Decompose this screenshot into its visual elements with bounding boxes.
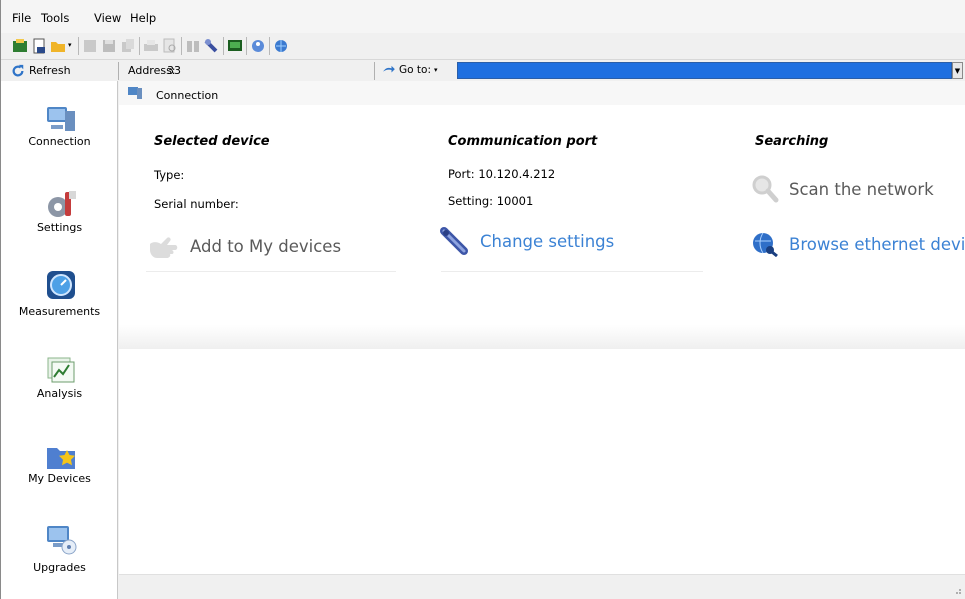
computer-network-icon [47, 107, 75, 131]
panel-footer [119, 325, 965, 349]
globe-search-icon [753, 232, 778, 257]
browse-ethernet-label: Browse ethernet devices [789, 234, 965, 254]
connection-panel: Selected device Type: Serial number: Add… [119, 105, 965, 349]
toolbar-separator [246, 37, 247, 55]
toolbar-separator [78, 37, 79, 55]
menu-bar: File Tools View Help [1, 0, 965, 33]
toolbar: ▾ [1, 33, 965, 59]
status-bar [119, 574, 965, 599]
hand-icon [150, 237, 178, 258]
sidebar-item-upgrades[interactable]: Upgrades [1, 523, 118, 593]
computer-disc-icon [47, 526, 77, 555]
toolbar-separator [181, 37, 182, 55]
refresh-label: Refresh [29, 64, 71, 77]
sidebar-item-measurements[interactable]: Measurements [1, 269, 118, 339]
sidebar-item-analysis[interactable]: Analysis [1, 355, 118, 425]
serial-number-label: Serial number: [154, 197, 239, 211]
breadcrumb-title: Connection [156, 89, 219, 102]
scan-network-button[interactable]: Scan the network [751, 174, 934, 204]
menu-tools[interactable]: Tools [41, 11, 69, 25]
sidebar-item-label: Measurements [18, 305, 101, 318]
document-icon[interactable] [31, 38, 47, 54]
sidebar-item-connection[interactable]: Connection [1, 103, 118, 173]
divider [441, 271, 703, 272]
new-connection-icon[interactable] [12, 38, 28, 54]
refresh-icon [12, 64, 24, 76]
change-settings-button[interactable]: Change settings [440, 227, 614, 255]
goto-combo-arrow[interactable]: ▼ [952, 62, 963, 79]
section-heading: Selected device [154, 134, 270, 149]
folder-star-icon [47, 448, 75, 469]
sidebar-item-settings[interactable]: Settings [1, 189, 118, 259]
goto-label: Go to: [399, 64, 431, 76]
address-bar: Refresh Address: 33 Go to: ▾ ▼ [1, 59, 965, 81]
magnifier-icon [752, 175, 779, 203]
sidebar-item-label: Settings [36, 221, 83, 234]
chart-icon [47, 357, 75, 383]
toolbar-separator [139, 37, 140, 55]
toolbar-separator [269, 37, 270, 55]
toolbar-separator [223, 37, 224, 55]
sidebar-item-label: Upgrades [33, 561, 86, 574]
add-to-my-devices-button[interactable]: Add to My devices [148, 232, 341, 260]
breadcrumb: Connection [119, 81, 965, 105]
scan-network-label: Scan the network [789, 179, 934, 199]
open-dropdown-icon[interactable]: ▾ [68, 41, 72, 49]
gauge-icon [47, 271, 75, 299]
sidebar-item-my-devices[interactable]: My Devices [1, 440, 118, 510]
menu-help[interactable]: Help [130, 11, 156, 25]
goto-separator [374, 62, 375, 80]
browse-ethernet-button[interactable]: Browse ethernet devices [751, 231, 965, 257]
serial-cable-icon [440, 227, 468, 255]
open-folder-icon[interactable] [50, 38, 66, 54]
sidebar: Connection Settings Measurements Analysi… [1, 81, 118, 599]
chevron-down-icon: ▼ [954, 66, 961, 75]
gear-wrench-icon [48, 191, 76, 217]
copy-icon[interactable] [120, 38, 136, 54]
settings-plug-icon[interactable] [204, 38, 220, 54]
print-preview-icon[interactable] [162, 38, 178, 54]
sidebar-item-label: Connection [28, 135, 91, 148]
address-separator [118, 62, 119, 80]
goto-dropdown-icon: ▾ [433, 66, 438, 74]
app-window: File Tools View Help ▾ Refresh Address: … [0, 0, 965, 599]
arrow-right-icon [383, 65, 395, 73]
user-help-icon[interactable] [250, 38, 266, 54]
change-settings-label: Change settings [480, 231, 615, 251]
sidebar-item-label: Analysis [36, 387, 83, 400]
binoculars-icon[interactable] [185, 38, 201, 54]
computer-network-icon [128, 87, 142, 99]
goto-input[interactable] [457, 62, 952, 79]
sidebar-item-label: My Devices [28, 472, 91, 485]
resize-grip-icon[interactable] [954, 587, 962, 595]
add-to-my-devices-label: Add to My devices [190, 236, 342, 256]
section-heading: Communication port [448, 134, 598, 149]
menu-file[interactable]: File [12, 11, 31, 25]
globe-icon[interactable] [273, 38, 289, 54]
save-icon[interactable] [101, 38, 117, 54]
goto-button[interactable]: Go to: ▾ [382, 64, 438, 76]
section-heading: Searching [755, 134, 829, 149]
divider [146, 271, 396, 272]
device-type-label: Type: [154, 168, 185, 182]
menu-view[interactable]: View [94, 11, 121, 25]
address-input[interactable]: 33 [167, 64, 181, 77]
cut-icon[interactable] [82, 38, 98, 54]
setting-value: Setting: 10001 [448, 194, 534, 208]
refresh-button[interactable]: Refresh [11, 62, 71, 79]
monitor-icon[interactable] [227, 38, 243, 54]
main-content: Connection Selected device Type: Serial … [119, 81, 965, 599]
print-icon[interactable] [143, 38, 159, 54]
port-value: Port: 10.120.4.212 [448, 167, 556, 181]
